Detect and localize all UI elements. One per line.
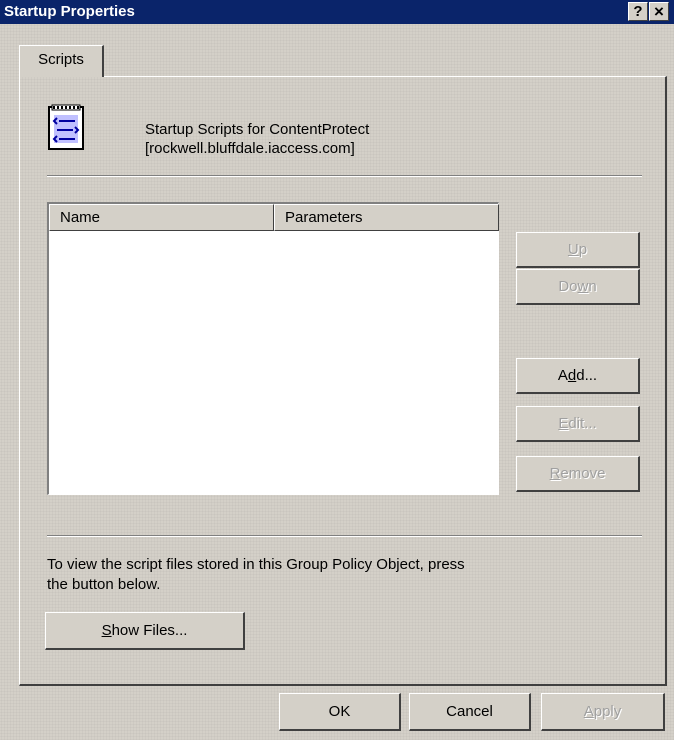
down-button[interactable]: Down	[516, 269, 640, 305]
add-label-accel: d	[567, 367, 577, 384]
info-separator	[47, 535, 642, 537]
up-button[interactable]: Up	[516, 232, 640, 268]
column-header-parameters[interactable]: Parameters	[274, 204, 499, 231]
remove-label-rest: emove	[560, 465, 606, 482]
window-title: Startup Properties	[4, 3, 135, 20]
apply-button[interactable]: Apply	[541, 693, 665, 731]
close-button[interactable]: ×	[649, 2, 669, 21]
edit-label-rest: dit...	[568, 415, 597, 432]
down-label-accel: w	[577, 278, 589, 295]
help-button[interactable]: ?	[628, 2, 648, 21]
info-line-2: the button below.	[47, 576, 161, 593]
tab-scripts-label: Scripts	[38, 51, 84, 68]
apply-label-accel: A	[583, 703, 594, 720]
show-files-label-rest: how Files...	[111, 622, 188, 639]
startup-properties-dialog: Startup Properties ? × Scripts Startup S…	[0, 0, 674, 740]
cancel-button[interactable]: Cancel	[409, 693, 531, 731]
edit-label-accel: E	[558, 415, 569, 432]
up-label-accel: U	[567, 241, 579, 258]
tab-scripts[interactable]: Scripts	[19, 45, 104, 77]
script-icon	[48, 104, 84, 150]
scripts-list[interactable]: Name Parameters	[47, 202, 499, 495]
up-label-rest: p	[578, 241, 588, 258]
remove-label-accel: R	[549, 465, 561, 482]
header-text: Startup Scripts for ContentProtect [rock…	[145, 120, 369, 158]
show-files-label-accel: S	[101, 622, 112, 639]
down-label-prefix: Do	[558, 278, 578, 295]
apply-label-rest: pply	[593, 703, 622, 720]
remove-button[interactable]: Remove	[516, 456, 640, 492]
add-button[interactable]: Add...	[516, 358, 640, 394]
add-label-rest: d...	[576, 367, 598, 384]
add-label-prefix: A	[557, 367, 568, 384]
down-label-rest: n	[588, 278, 597, 295]
header-separator	[47, 175, 642, 177]
column-header-name[interactable]: Name	[49, 204, 274, 231]
show-files-button[interactable]: Show Files...	[45, 612, 245, 650]
header-computer: [rockwell.bluffdale.iaccess.com]	[145, 140, 355, 157]
info-text: To view the script files stored in this …	[47, 555, 465, 595]
edit-button[interactable]: Edit...	[516, 406, 640, 442]
title-bar[interactable]: Startup Properties ? ×	[0, 0, 674, 24]
info-line-1: To view the script files stored in this …	[47, 556, 465, 573]
header-title: Startup Scripts for ContentProtect	[145, 121, 370, 138]
ok-button[interactable]: OK	[279, 693, 401, 731]
